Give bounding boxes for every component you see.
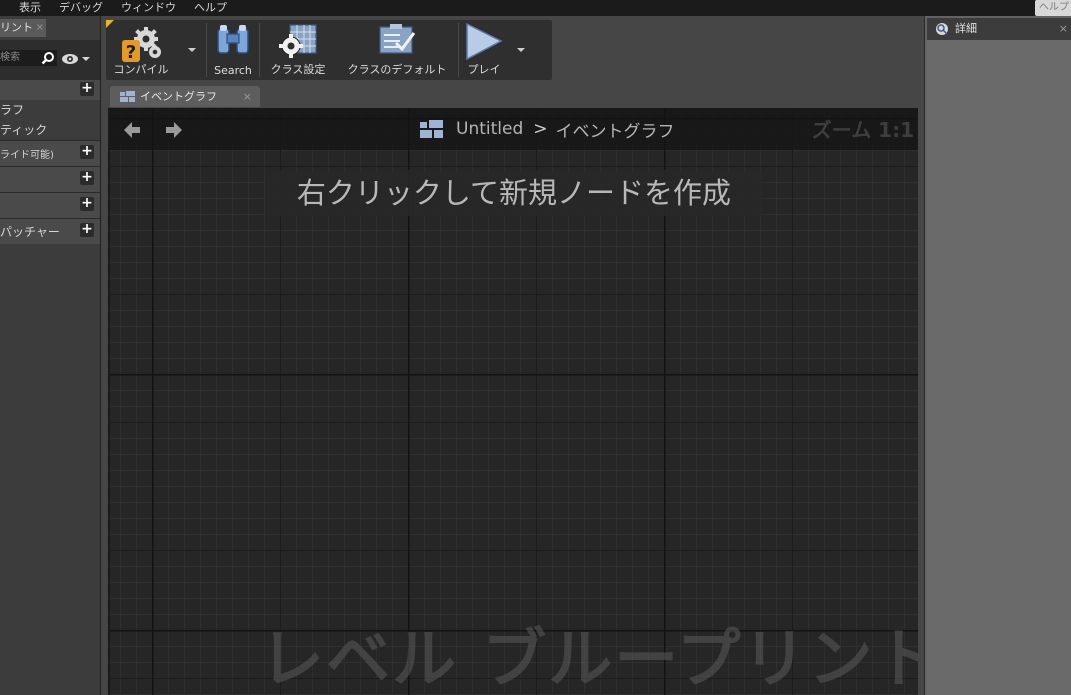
class-defaults-label: クラスのデフォルト bbox=[347, 63, 447, 76]
breadcrumb-root[interactable]: Untitled bbox=[456, 119, 523, 139]
menu-debug[interactable]: デバッグ bbox=[50, 0, 112, 16]
tab-event-graph[interactable]: イベントグラフ × bbox=[110, 86, 260, 107]
breadcrumb-separator: > bbox=[533, 119, 548, 139]
toolbar-spacer bbox=[552, 18, 920, 82]
details-panel: 詳細 × bbox=[924, 16, 1071, 695]
menu-help[interactable]: ヘルプ bbox=[185, 0, 236, 16]
details-body bbox=[927, 40, 1071, 695]
macros-section-header[interactable]: + bbox=[0, 166, 100, 192]
help-search-input[interactable]: ヘルプ bbox=[1035, 0, 1071, 16]
tab-details[interactable]: 詳細 × bbox=[927, 18, 1071, 40]
breadcrumb-current: イベントグラフ bbox=[555, 121, 675, 142]
close-icon[interactable]: × bbox=[1059, 18, 1068, 40]
list-item-event-graph[interactable]: ラフ bbox=[0, 100, 100, 120]
menu-window[interactable]: ウィンドウ bbox=[112, 0, 185, 16]
tab-details-label: 詳細 bbox=[955, 22, 977, 35]
menu-bar: 表示 デバッグ ウィンドウ ヘルプ ヘルプ bbox=[0, 0, 1071, 16]
add-function-button[interactable]: + bbox=[80, 144, 94, 159]
list-item-label: ティック bbox=[0, 123, 48, 137]
my-blueprint-tab[interactable]: リント × bbox=[0, 19, 46, 37]
event-dispatchers-section-header[interactable]: パッチャー + bbox=[0, 218, 100, 244]
add-macro-button[interactable]: + bbox=[80, 170, 94, 185]
section-label: パッチャー bbox=[0, 225, 60, 239]
play-options-dropdown[interactable] bbox=[509, 20, 533, 80]
class-settings-label: クラス設定 bbox=[270, 63, 326, 76]
search-icon bbox=[41, 52, 54, 65]
my-blueprint-tab-label: リント bbox=[0, 21, 33, 34]
graphs-section-header[interactable]: + bbox=[0, 80, 100, 100]
back-arrow-icon[interactable] bbox=[122, 120, 142, 140]
my-blueprint-list: + ラフ ティック ライド可能) + + + パッチャー + bbox=[0, 80, 100, 244]
graph-hint: 右クリックして新規ノードを作成 bbox=[265, 170, 763, 216]
add-graph-button[interactable]: + bbox=[80, 81, 94, 96]
add-variable-button[interactable]: + bbox=[80, 196, 94, 211]
class-settings-icon bbox=[279, 24, 317, 58]
class-defaults-icon bbox=[379, 24, 416, 54]
my-blueprint-search-input[interactable]: 検索 bbox=[0, 50, 57, 66]
details-magnifier-icon bbox=[936, 23, 948, 35]
chevron-down-icon bbox=[517, 48, 525, 52]
list-item-tick[interactable]: ティック bbox=[0, 120, 100, 140]
search-button[interactable]: Search bbox=[207, 20, 259, 80]
blueprint-toolbar: ? コンパイル Search クラス設定 クラスのデフォルト プレイ bbox=[106, 20, 552, 80]
forward-arrow-icon[interactable] bbox=[164, 120, 184, 140]
play-button[interactable]: プレイ bbox=[459, 20, 509, 80]
compile-options-dropdown[interactable] bbox=[176, 20, 206, 80]
breadcrumb: Untitled > イベントグラフ bbox=[420, 117, 675, 142]
variables-section-header[interactable]: + bbox=[0, 192, 100, 218]
close-icon[interactable]: × bbox=[243, 86, 252, 107]
class-defaults-button[interactable]: クラスのデフォルト bbox=[336, 20, 458, 80]
chevron-down-icon bbox=[188, 48, 196, 52]
play-label: プレイ bbox=[467, 63, 501, 76]
binoculars-icon bbox=[217, 25, 249, 54]
graph-canvas[interactable]: Untitled > イベントグラフ ズーム 1:1 右クリックして新規ノードを… bbox=[108, 108, 918, 695]
main-area: ? コンパイル Search クラス設定 クラスのデフォルト プレイ イベントグ… bbox=[106, 18, 920, 695]
add-event-dispatcher-button[interactable]: + bbox=[80, 222, 94, 237]
menu-view[interactable]: 表示 bbox=[10, 0, 50, 16]
functions-section-header[interactable]: ライド可能) + bbox=[0, 140, 100, 166]
search-placeholder: 検索 bbox=[0, 52, 20, 63]
graph-watermark: レベル ブループリント bbox=[260, 623, 918, 695]
class-settings-button[interactable]: クラス設定 bbox=[260, 20, 336, 80]
my-blueprint-panel: リント × 検索 + ラフ ティック ライド可能) + + + パッチャー + bbox=[0, 16, 101, 695]
graph-header: Untitled > イベントグラフ ズーム 1:1 bbox=[110, 108, 918, 150]
svg-text:?: ? bbox=[126, 42, 136, 63]
search-label: Search bbox=[214, 64, 252, 77]
tab-event-graph-label: イベントグラフ bbox=[140, 90, 217, 103]
close-icon[interactable]: × bbox=[36, 19, 44, 37]
list-item-label: ラフ bbox=[0, 103, 25, 117]
zoom-level: ズーム 1:1 bbox=[811, 118, 914, 142]
eye-icon[interactable] bbox=[61, 52, 91, 66]
play-icon bbox=[466, 22, 503, 61]
graph-icon bbox=[120, 91, 135, 102]
compile-icon: ? bbox=[122, 27, 161, 63]
section-label: ライド可能) bbox=[0, 150, 54, 161]
compile-button[interactable]: ? コンパイル bbox=[106, 20, 176, 80]
blueprint-graph-icon bbox=[420, 120, 443, 138]
